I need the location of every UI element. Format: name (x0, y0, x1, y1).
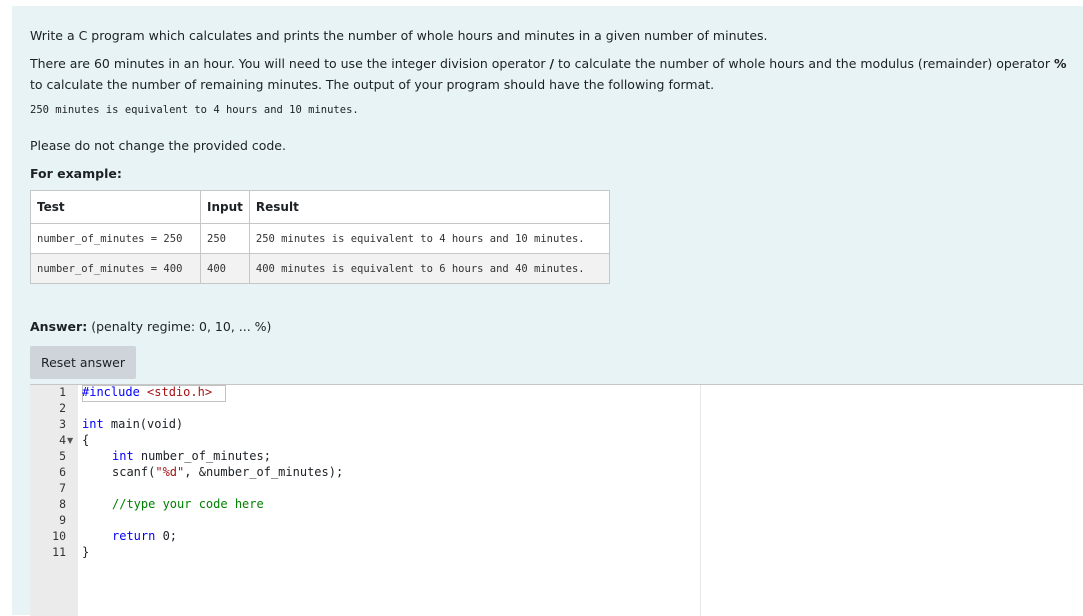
line-number: 4 (59, 433, 66, 447)
code-line: int main(void) (82, 417, 184, 431)
editor-gutter: 1 2 3 4 ▼ 5 6 7 8 9 10 11 (30, 385, 78, 616)
header-test: Test (30, 190, 201, 224)
instruction-text: Please do not change the provided code. (30, 138, 286, 153)
table-row: number_of_minutes = 400 400 400 minutes … (30, 253, 611, 284)
question-text-1: Write a C program which calculates and p… (30, 28, 768, 43)
table-row: number_of_minutes = 250 250 250 minutes … (30, 223, 611, 254)
reset-answer-button[interactable]: Reset answer (30, 346, 136, 379)
result-cell: 250 minutes is equivalent to 4 hours and… (248, 223, 611, 254)
code-line: return 0; (112, 529, 178, 543)
line-number: 9 (59, 513, 66, 527)
code-line: #include <stdio.h> (82, 385, 213, 399)
format-example: 250 minutes is equivalent to 4 hours and… (30, 104, 359, 116)
examples-table: Test Input Result number_of_minutes = 25… (30, 190, 611, 284)
header-input: Input (200, 190, 250, 224)
question-panel: Write a C program which calculates and p… (12, 6, 1083, 616)
line-number: 2 (59, 401, 66, 415)
fold-toggle-icon[interactable]: ▼ (67, 436, 73, 445)
penalty-regime: (penalty regime: 0, 10, ... %) (91, 319, 272, 334)
input-cell: 250 (200, 223, 250, 254)
result-cell: 400 minutes is equivalent to 6 hours and… (248, 253, 611, 284)
header-result: Result (248, 190, 611, 224)
line-number: 8 (59, 497, 66, 511)
code-line: int number_of_minutes; (112, 449, 271, 463)
test-cell: number_of_minutes = 250 (30, 223, 201, 254)
code-area[interactable]: #include <stdio.h> int main(void) { int … (82, 385, 702, 616)
table-header-row: Test Input Result (30, 190, 611, 224)
input-cell: 400 (200, 253, 250, 284)
line-number: 3 (59, 417, 66, 431)
question-text-2: There are 60 minutes in an hour. You wil… (30, 56, 1067, 92)
line-number: 7 (59, 481, 66, 495)
modulus-operator: % (1053, 56, 1067, 71)
for-example-heading: For example: (30, 166, 122, 181)
code-line: //type your code here (112, 497, 264, 511)
line-number: 6 (59, 465, 66, 479)
code-line: } (82, 545, 90, 559)
line-number: 10 (52, 529, 66, 543)
line-number: 5 (59, 449, 66, 463)
line-number: 1 (59, 385, 66, 399)
print-margin (700, 385, 701, 616)
answer-label: Answer: (penalty regime: 0, 10, ... %) (30, 319, 272, 334)
code-line: { (82, 433, 90, 447)
test-cell: number_of_minutes = 400 (30, 253, 201, 284)
code-editor[interactable]: 1 2 3 4 ▼ 5 6 7 8 9 10 11 #include <stdi… (30, 384, 1083, 616)
line-number: 11 (52, 545, 66, 559)
code-line: scanf("%d", &number_of_minutes); (112, 465, 344, 479)
